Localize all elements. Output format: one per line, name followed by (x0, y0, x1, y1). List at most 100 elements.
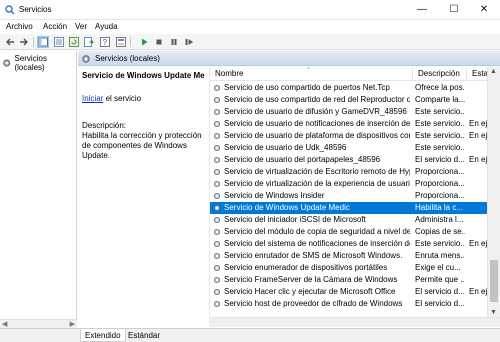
minimize-button[interactable]: — (406, 0, 438, 20)
service-name-cell: Servicio host de proveedor de cifrado de… (213, 298, 410, 310)
services-gear-icon (82, 55, 90, 63)
service-name-cell: Servicio enrutador de SMS de Microsoft W… (213, 250, 410, 262)
service-status: En ejecu (469, 239, 489, 248)
service-description: Este servicio... (415, 107, 465, 116)
table-row[interactable]: Servicio de usuario de plataforma de dis… (210, 130, 489, 142)
service-name-cell: Servicio de usuario del portapapeles_485… (213, 154, 410, 166)
service-description: Enruta mens... (415, 251, 465, 260)
view-tabs: Extendido Estándar (78, 328, 500, 342)
start-service-link[interactable]: Iniciar (82, 94, 103, 103)
tab-extendido[interactable]: Extendido (80, 329, 126, 342)
scroll-down-icon[interactable]: ▼ (490, 309, 497, 316)
properties-list-button[interactable] (53, 36, 65, 48)
service-gear-icon (213, 120, 221, 128)
service-gear-icon (213, 192, 221, 200)
list-horizontal-scrollbar[interactable] (209, 317, 500, 327)
tree-horizontal-scrollbar[interactable]: ◀ ▶ (0, 319, 77, 328)
details-pane: Servicios (locales) Servicio de Windows … (78, 51, 500, 328)
service-name: Servicio enumerador de dispositivos port… (224, 263, 388, 272)
service-gear-icon (213, 276, 221, 284)
service-description: Habilita la c... (415, 203, 464, 212)
refresh-button[interactable] (68, 36, 80, 48)
stop-service-button[interactable] (153, 36, 165, 48)
scroll-right-icon[interactable]: ▶ (70, 320, 75, 328)
help-button[interactable]: ? (99, 36, 111, 48)
forward-arrow-icon (20, 38, 28, 46)
svg-text:?: ? (103, 38, 108, 47)
services-list: Nombre ^ Descripción Estado Servicio de … (209, 67, 500, 317)
list-view-icon (54, 37, 64, 47)
service-description: Permite que ... (415, 275, 465, 284)
forward-button[interactable] (18, 36, 30, 48)
service-gear-icon (213, 168, 221, 176)
window-title: Servicios (19, 5, 52, 14)
service-status: En ejecu (469, 155, 489, 164)
service-name-cell: Servicio de usuario de Udk_48596 (213, 142, 410, 154)
export-list-button[interactable] (83, 36, 95, 48)
table-row[interactable]: Servicio de Windows Update Medic Habilita… (210, 202, 488, 214)
table-row[interactable]: Servicio de uso compartido de red del Re… (210, 94, 488, 106)
services-app-icon (5, 5, 15, 15)
service-status: En ejecu (469, 287, 489, 296)
table-row[interactable]: Servicio de uso compartido de puertos Ne… (210, 82, 488, 94)
menu-bar: Archivo Acción Ver Ayuda (0, 20, 500, 34)
column-header-name[interactable]: Nombre (210, 67, 413, 81)
table-row[interactable]: Servicio enumerador de dispositivos port… (210, 262, 488, 274)
service-description: Este servicio... (415, 131, 465, 140)
service-name: Servicio Hacer clic y ejecutar de Micros… (224, 287, 396, 296)
scroll-left-icon[interactable]: ◀ (2, 320, 7, 328)
pause-service-button[interactable] (168, 36, 180, 48)
toolbar-separator (33, 37, 34, 47)
service-gear-icon (213, 180, 221, 188)
menu-ayuda[interactable]: Ayuda (95, 22, 118, 31)
selected-service-title: Servicio de Windows Update Medic (82, 71, 205, 80)
pane-header: Servicios (locales) (78, 51, 500, 66)
maximize-button[interactable]: ☐ (438, 0, 470, 20)
service-name: Servicio del sistema de notificaciones d… (224, 239, 410, 248)
service-gear-icon (213, 216, 221, 224)
table-row[interactable]: Servicio de usuario de difusión y GameDV… (210, 106, 488, 118)
table-row[interactable]: Servicio de virtualización de Escritorio… (210, 166, 488, 178)
table-row[interactable]: Servicio del sistema de notificaciones d… (210, 238, 489, 250)
table-row[interactable]: Servicio de virtualización de la experie… (210, 178, 488, 190)
table-row[interactable]: Servicio Hacer clic y ejecutar de Micros… (210, 286, 489, 298)
menu-ver[interactable]: Ver (75, 22, 87, 31)
service-name: Servicio de virtualización de la experie… (224, 179, 410, 188)
table-row[interactable]: Servicio del módulo de copia de segurida… (210, 226, 488, 238)
service-name-cell: Servicio Hacer clic y ejecutar de Micros… (213, 286, 410, 298)
service-name-cell: Servicio de virtualización de la experie… (213, 178, 410, 190)
properties-button[interactable] (115, 36, 127, 48)
table-row[interactable]: Servicio FrameServer de la Cámara de Win… (210, 274, 488, 286)
column-header-description[interactable]: Descripción (413, 67, 467, 81)
scrollbar-thumb[interactable] (490, 260, 498, 302)
service-status: En ejecu (469, 119, 489, 128)
table-row[interactable]: Servicio del iniciador iSCSI de Microsof… (210, 214, 488, 226)
service-description: Este servicio... (415, 143, 465, 152)
tree-item-servicios-locales[interactable]: Servicios (locales) (2, 54, 76, 72)
start-service-link-row: Iniciar el servicio (82, 94, 141, 103)
service-name: Servicio FrameServer de la Cámara de Win… (224, 275, 398, 284)
service-description: Proporciona... (415, 167, 465, 176)
back-arrow-icon (6, 38, 14, 46)
table-row[interactable]: Servicio de usuario de Udk_48596 Este ser… (210, 142, 488, 154)
service-gear-icon (213, 204, 221, 212)
table-row[interactable]: Servicio de usuario del portapapeles_485… (210, 154, 489, 166)
menu-accion[interactable]: Acción (43, 22, 67, 31)
restart-service-button[interactable] (183, 36, 195, 48)
back-button[interactable] (4, 36, 16, 48)
close-button[interactable]: ✕ (468, 0, 500, 20)
table-row[interactable]: Servicio de usuario de notificaciones de… (210, 118, 489, 130)
scroll-up-icon[interactable]: ▲ (490, 68, 497, 75)
menu-archivo[interactable]: Archivo (6, 22, 33, 31)
service-name-cell: Servicio de usuario de plataforma de dis… (213, 130, 410, 142)
service-gear-icon (213, 84, 221, 92)
tab-estandar[interactable]: Estándar (124, 329, 164, 342)
show-hide-console-tree-button[interactable] (37, 36, 49, 48)
table-row[interactable]: Servicio host de proveedor de cifrado de… (210, 298, 488, 310)
service-name-cell: Servicio de Windows Update Medic (213, 202, 410, 214)
list-vertical-scrollbar[interactable]: ▲ ▼ (487, 67, 500, 317)
service-gear-icon (213, 96, 221, 104)
start-service-button[interactable] (138, 36, 150, 48)
table-row[interactable]: Servicio de Windows Insider Proporciona..… (210, 190, 488, 202)
table-row[interactable]: Servicio enrutador de SMS de Microsoft W… (210, 250, 488, 262)
